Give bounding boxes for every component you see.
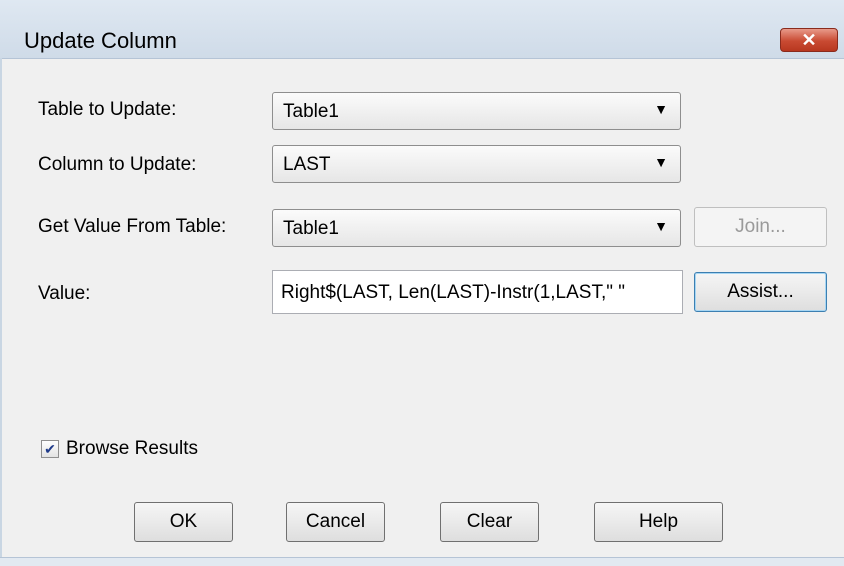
assist-button-label: Assist...: [727, 281, 794, 302]
close-button[interactable]: ✕: [780, 28, 838, 52]
column-to-update-dropdown[interactable]: LAST ▼: [272, 145, 681, 183]
get-value-from-table-value: Table1: [283, 218, 339, 239]
close-icon: ✕: [801, 29, 817, 50]
window-title: Update Column: [24, 28, 177, 53]
chevron-down-icon: ▼: [654, 101, 668, 117]
value-label: Value:: [38, 283, 91, 304]
join-button[interactable]: Join...: [694, 207, 827, 247]
ok-button[interactable]: OK: [134, 502, 233, 542]
clear-button-label: Clear: [466, 511, 513, 532]
checkmark-icon: ✔: [44, 441, 56, 457]
window-frame-left: [0, 58, 2, 558]
browse-results-checkbox[interactable]: ✔: [41, 440, 59, 458]
value-input[interactable]: Right$(LAST, Len(LAST)-Instr(1,LAST," ": [272, 270, 683, 314]
cancel-button[interactable]: Cancel: [286, 502, 385, 542]
get-value-from-table-dropdown[interactable]: Table1 ▼: [272, 209, 681, 247]
browse-results-label: Browse Results: [66, 438, 198, 459]
column-to-update-value: LAST: [283, 154, 331, 175]
table-to-update-value: Table1: [283, 101, 339, 122]
cancel-button-label: Cancel: [305, 511, 366, 532]
table-to-update-dropdown[interactable]: Table1 ▼: [272, 92, 681, 130]
chevron-down-icon: ▼: [654, 218, 668, 234]
ok-button-label: OK: [169, 511, 198, 532]
assist-button[interactable]: Assist...: [694, 272, 827, 312]
chevron-down-icon: ▼: [654, 154, 668, 170]
table-to-update-label: Table to Update:: [38, 99, 177, 120]
help-button[interactable]: Help: [594, 502, 723, 542]
clear-button[interactable]: Clear: [440, 502, 539, 542]
column-to-update-label: Column to Update:: [38, 154, 197, 175]
join-button-label: Join...: [735, 216, 786, 237]
title-bar: Update Column ✕: [0, 0, 844, 59]
help-button-label: Help: [638, 511, 679, 532]
get-value-from-table-label: Get Value From Table:: [38, 216, 227, 237]
value-input-text: Right$(LAST, Len(LAST)-Instr(1,LAST," ": [281, 282, 626, 303]
